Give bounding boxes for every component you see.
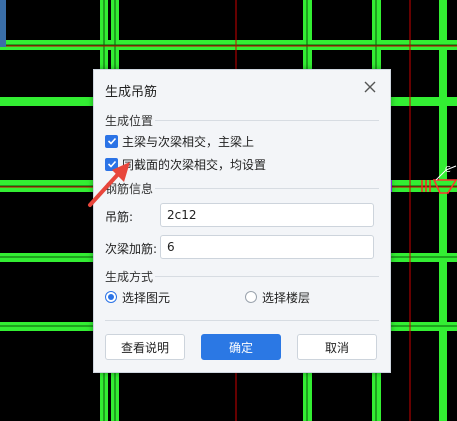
buttons-divider — [105, 320, 379, 321]
radio-select-floor[interactable]: 选择楼层 — [245, 289, 310, 305]
cancel-button[interactable]: 取消 — [297, 334, 377, 360]
checkbox-main-secondary[interactable]: 主梁与次梁相交，主梁上 — [105, 133, 254, 149]
section-divider — [155, 188, 379, 189]
dialog-title: 生成吊筋 — [105, 85, 158, 100]
checkbox-same-section-label: 同截面的次梁相交，均设置 — [122, 157, 267, 172]
checkbox-main-secondary-label: 主梁与次梁相交，主梁上 — [122, 134, 255, 149]
close-icon[interactable] — [362, 79, 378, 95]
hanger-input[interactable]: 2c12 — [160, 203, 374, 227]
blue-marker — [0, 0, 6, 47]
generate-hanger-dialog: 生成吊筋 生成位置 主梁与次梁相交，主梁上 同截面的次梁相交，均设置 钢筋信息 … — [93, 69, 391, 373]
canvas-label: C — [445, 165, 451, 174]
annotation-arrow-icon — [88, 162, 130, 207]
view-help-button[interactable]: 查看说明 — [105, 334, 185, 360]
radio-select-element-label: 选择图元 — [122, 290, 171, 305]
radio-unselected-icon — [245, 291, 257, 303]
radio-select-floor-label: 选择楼层 — [262, 290, 311, 305]
radio-select-element[interactable]: 选择图元 — [105, 289, 170, 305]
secondary-beam-rebar-input[interactable]: 6 — [160, 235, 374, 259]
ok-button[interactable]: 确定 — [201, 334, 281, 360]
checkbox-checked-icon — [105, 134, 118, 148]
section-divider — [155, 120, 379, 121]
secondary-beam-rebar-label: 次梁加筋: — [105, 242, 158, 256]
section-method-title: 生成方式 — [105, 270, 154, 284]
radio-selected-icon — [105, 291, 117, 303]
section-position-title: 生成位置 — [105, 114, 154, 128]
section-divider — [155, 276, 379, 277]
